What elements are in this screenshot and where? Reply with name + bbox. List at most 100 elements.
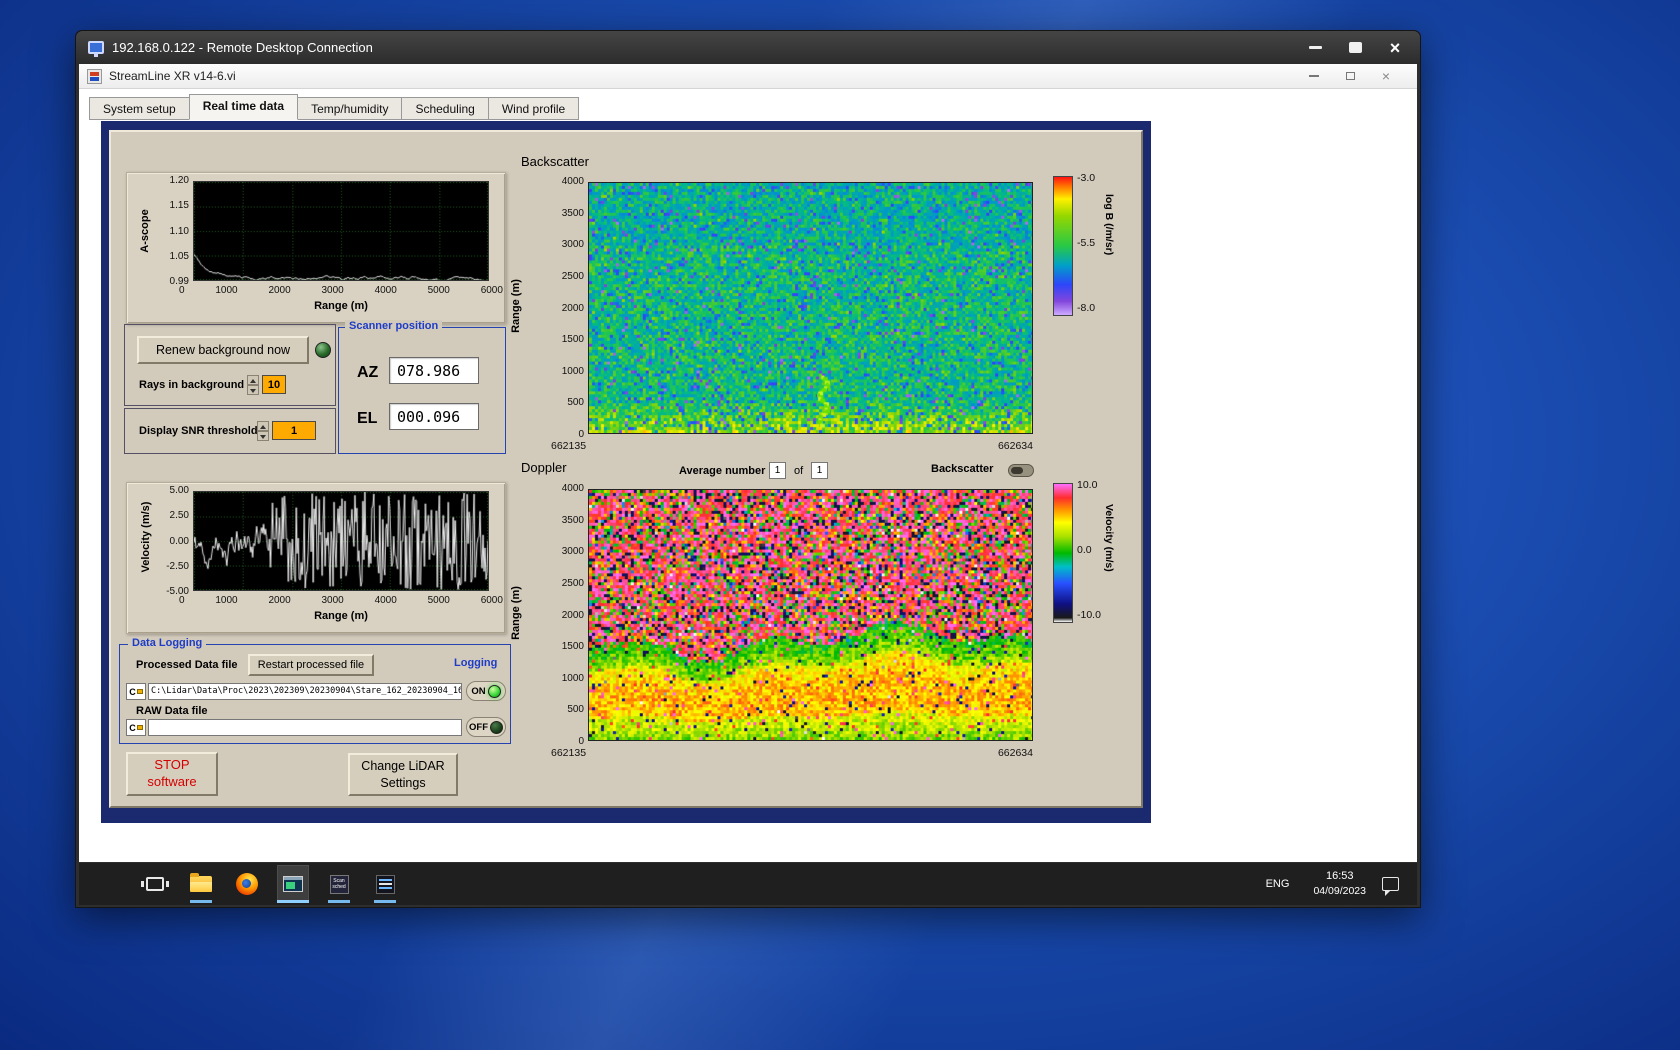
toggle-knob [1011, 467, 1023, 474]
x-tick: 1000 [215, 285, 238, 296]
processed-drive-selector[interactable]: C [126, 683, 146, 700]
stop-line2: software [147, 774, 197, 789]
y-tick: 2500 [561, 270, 584, 282]
doppler-y-ticks: 4000 3500 3000 2500 2000 1500 1000 500 0 [548, 483, 584, 747]
language-indicator[interactable]: ENG [1258, 872, 1298, 896]
task-view-button[interactable] [139, 865, 171, 903]
backscatter-x-start: 662135 [551, 440, 587, 452]
scanner-position-title: Scanner position [345, 320, 443, 332]
velocity-x-ticks: 0 1000 2000 3000 4000 5000 6000 [179, 595, 503, 606]
colorbar-tick: -5.5 [1077, 237, 1096, 249]
raw-path-field[interactable] [148, 719, 462, 736]
y-tick: 4000 [561, 176, 584, 187]
processed-data-file-label: Processed Data file [136, 659, 238, 671]
raw-drive-selector[interactable]: C [126, 719, 146, 736]
folder-icon [136, 725, 143, 730]
rays-in-background-label: Rays in background [139, 379, 245, 391]
stop-software-button[interactable]: STOP software [126, 752, 218, 796]
app-minimize-button[interactable] [1301, 67, 1327, 85]
y-tick: 0 [578, 429, 584, 440]
firefox-icon [236, 873, 258, 895]
average-number-field[interactable]: 1 [769, 462, 786, 479]
clock[interactable]: 16:53 04/09/2023 [1313, 869, 1366, 898]
processed-logging-toggle[interactable]: ON [466, 681, 506, 701]
of-label: of [794, 465, 804, 477]
processed-path-field[interactable]: C:\Lidar\Data\Proc\2023\202309\20230904\… [148, 683, 462, 700]
raw-data-file-label: RAW Data file [136, 705, 208, 717]
tab-wind-profile[interactable]: Wind profile [487, 97, 580, 120]
taskbar: Scan sched ENG 16:53 04/09/2023 [79, 863, 1417, 905]
backscatter-y-ticks: 4000 3500 3000 2500 2000 1500 1000 500 0 [548, 176, 584, 440]
y-tick: -2.50 [166, 560, 189, 572]
time: 16:53 [1325, 870, 1354, 883]
ascope-y-axis-label: A-scope [139, 209, 151, 253]
rdp-close-button[interactable] [1380, 38, 1410, 58]
el-label: EL [357, 410, 378, 427]
renew-background-button[interactable]: Renew background now [137, 336, 309, 364]
main-panel: A-scope 1.20 1.15 1.10 1.05 0.99 0 1000 … [101, 121, 1151, 823]
tab-bar: System setup Real time data Temp/humidit… [89, 94, 1417, 120]
backscatter-x-end: 662634 [997, 440, 1033, 452]
tab-scheduling[interactable]: Scheduling [401, 97, 489, 120]
data-logging-title: Data Logging [128, 637, 207, 649]
average-total-field[interactable]: 1 [811, 462, 828, 479]
raw-logging-toggle[interactable]: OFF [466, 717, 506, 737]
backscatter-plot [588, 182, 1033, 434]
colorbar-tick: -10.0 [1077, 609, 1101, 621]
backscatter-title: Backscatter [521, 154, 589, 169]
firefox-button[interactable] [231, 865, 263, 903]
app-restore-button[interactable] [1337, 67, 1363, 85]
rays-value-field[interactable]: 10 [262, 375, 286, 394]
action-center-icon[interactable] [1382, 876, 1399, 896]
remote-screen-icon [283, 876, 303, 892]
snr-spinner[interactable] [257, 421, 269, 441]
minimize-icon [1309, 75, 1319, 77]
app-close-button[interactable] [1373, 67, 1399, 85]
rdp-titlebar[interactable]: 192.168.0.122 - Remote Desktop Connectio… [76, 31, 1420, 64]
tab-real-time-data[interactable]: Real time data [188, 94, 299, 120]
streamline-app-button[interactable] [277, 865, 309, 903]
scanner-position-groupbox: Scanner position AZ 078.986 EL 000.096 [338, 320, 506, 454]
off-label: OFF [469, 721, 488, 733]
app-titlebar[interactable]: StreamLine XR v14-6.vi [79, 64, 1417, 89]
y-tick: 2500 [561, 577, 584, 589]
y-tick: 3000 [561, 239, 584, 251]
backscatter-display-toggle[interactable] [1008, 464, 1034, 477]
y-tick: 3000 [561, 546, 584, 558]
backscatter-y-axis-label: Range (m) [510, 279, 522, 333]
data-logging-groupbox: Data Logging Processed Data file Restart… [119, 637, 511, 744]
rdp-maximize-button[interactable] [1340, 38, 1370, 58]
background-groupbox: Renew background now Rays in background … [124, 324, 336, 406]
ascope-chart: A-scope 1.20 1.15 1.10 1.05 0.99 0 1000 … [126, 172, 506, 324]
el-value-field[interactable]: 000.096 [389, 403, 479, 430]
colorbar-tick: 10.0 [1077, 479, 1098, 491]
y-tick: 1500 [561, 641, 584, 653]
logging-off-led [490, 720, 503, 734]
y-tick: 1000 [561, 672, 584, 684]
x-tick: 0 [179, 595, 185, 606]
scan-scheduler-button[interactable]: Scan sched [323, 865, 355, 903]
average-number-label: Average number [679, 465, 766, 477]
folder-icon [136, 689, 143, 694]
colorbar-tick: -3.0 [1077, 172, 1096, 184]
az-value-field[interactable]: 078.986 [389, 357, 479, 384]
change-lidar-settings-button[interactable]: Change LiDAR Settings [348, 753, 458, 796]
restart-processed-file-button[interactable]: Restart processed file [248, 654, 374, 676]
running-indicator [190, 900, 212, 903]
change-line2: Settings [380, 775, 426, 790]
snr-threshold-label: Display SNR threshold [139, 425, 258, 437]
data-files-button[interactable] [369, 865, 401, 903]
y-tick: 500 [567, 397, 584, 409]
rays-spinner[interactable] [247, 375, 259, 395]
x-tick: 3000 [321, 285, 344, 296]
snr-value-field[interactable]: 1 [272, 421, 316, 440]
running-indicator [374, 900, 396, 903]
y-tick: 4000 [561, 483, 584, 494]
background-led-indicator [315, 342, 331, 358]
file-explorer-button[interactable] [185, 865, 217, 903]
rdp-minimize-button[interactable] [1300, 38, 1330, 58]
tab-system-setup[interactable]: System setup [89, 97, 190, 120]
tab-temp-humidity[interactable]: Temp/humidity [297, 97, 403, 120]
y-tick: 0 [578, 736, 584, 747]
ascope-plot [193, 181, 489, 281]
